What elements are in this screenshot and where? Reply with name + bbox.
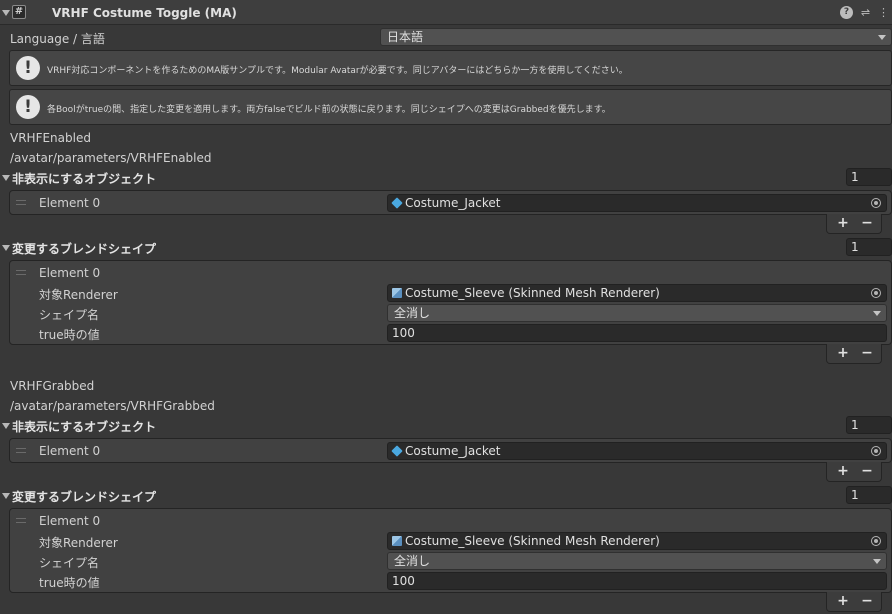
info-icon: !	[16, 56, 40, 80]
object-picker-icon[interactable]	[871, 536, 881, 546]
remove-element-button[interactable]: −	[857, 345, 877, 361]
objects-list-title[interactable]: 非表示にするオブジェクト	[12, 170, 156, 187]
component-header[interactable]: # VRHF Costume Toggle (MA) ? ⇌ ⋮	[0, 0, 892, 25]
object-picker-icon[interactable]	[871, 446, 881, 456]
gameobject-cube-icon	[391, 445, 403, 457]
chevron-down-icon	[878, 35, 886, 40]
component-title: VRHF Costume Toggle (MA)	[52, 6, 237, 20]
hash-script-icon: #	[12, 5, 26, 19]
foldout-arrow-icon[interactable]	[2, 493, 10, 499]
chevron-down-icon	[873, 311, 881, 316]
info-icon: !	[16, 95, 40, 119]
element-label: Element 0	[39, 266, 101, 280]
objects-size-field[interactable]: 1	[846, 168, 892, 186]
more-vertical-icon[interactable]: ⋮	[877, 6, 890, 19]
renderer-label: 対象Renderer	[39, 288, 118, 302]
renderer-label: 対象Renderer	[39, 536, 118, 550]
blendshapes-list-title[interactable]: 変更するブレンドシェイプ	[12, 240, 156, 257]
blendshapes-size-field[interactable]: 1	[846, 238, 892, 256]
element-label: Element 0	[39, 514, 101, 528]
list-footer: + −	[826, 592, 882, 612]
renderer-field[interactable]: Costume_Sleeve (Skinned Mesh Renderer)	[387, 284, 887, 302]
renderer-value: Costume_Sleeve (Skinned Mesh Renderer)	[405, 534, 660, 548]
list-footer: + −	[826, 462, 882, 482]
blendshapes-list-title[interactable]: 変更するブレンドシェイプ	[12, 488, 156, 505]
foldout-arrow-icon[interactable]	[2, 10, 10, 16]
objects-list: Element 0 Costume_Jacket	[9, 438, 892, 463]
add-element-button[interactable]: +	[833, 593, 853, 609]
info-helpbox-1: ! VRHF対応コンポーネントを作るためのMA版サンプルです。Modular A…	[9, 50, 892, 86]
renderer-value: Costume_Sleeve (Skinned Mesh Renderer)	[405, 286, 660, 300]
true-value-field[interactable]: 100	[387, 572, 887, 590]
object-value: Costume_Jacket	[405, 444, 501, 458]
object-picker-icon[interactable]	[871, 198, 881, 208]
true-value-field[interactable]: 100	[387, 324, 887, 342]
element-label: Element 0	[39, 196, 101, 210]
section-path: /avatar/parameters/VRHFGrabbed	[10, 399, 215, 413]
skinned-mesh-icon	[392, 288, 402, 298]
gameobject-cube-icon	[391, 197, 403, 209]
list-footer: + −	[826, 344, 882, 364]
help-icon[interactable]: ?	[840, 6, 853, 19]
remove-element-button[interactable]: −	[857, 215, 877, 231]
info-helpbox-2: ! 各Boolがtrueの間、指定した変更を適用します。両方falseでビルド前…	[9, 89, 892, 125]
drag-handle-icon[interactable]	[16, 448, 26, 453]
object-value: Costume_Jacket	[405, 196, 501, 210]
drag-handle-icon[interactable]	[16, 518, 26, 523]
foldout-arrow-icon[interactable]	[2, 423, 10, 429]
chevron-down-icon	[873, 559, 881, 564]
foldout-arrow-icon[interactable]	[2, 245, 10, 251]
section-name: VRHFEnabled	[10, 131, 91, 145]
add-element-button[interactable]: +	[833, 215, 853, 231]
object-picker-icon[interactable]	[871, 288, 881, 298]
add-element-button[interactable]: +	[833, 463, 853, 479]
blendshapes-list: Element 0 対象Renderer Costume_Sleeve (Ski…	[9, 260, 892, 345]
shape-value: 全消し	[394, 306, 431, 320]
true-value-label: true時の値	[39, 328, 100, 342]
shape-dropdown[interactable]: 全消し	[387, 552, 887, 570]
language-dropdown[interactable]: 日本語	[380, 28, 892, 46]
shape-label: シェイプ名	[39, 308, 100, 322]
drag-handle-icon[interactable]	[16, 270, 26, 275]
remove-element-button[interactable]: −	[857, 463, 877, 479]
object-field[interactable]: Costume_Jacket	[387, 194, 887, 212]
language-value: 日本語	[387, 30, 424, 44]
shape-dropdown[interactable]: 全消し	[387, 304, 887, 322]
object-field[interactable]: Costume_Jacket	[387, 442, 887, 460]
helpbox-text: VRHF対応コンポーネントを作るためのMA版サンプルです。Modular Ava…	[47, 66, 628, 76]
true-value-label: true時の値	[39, 576, 100, 590]
objects-list-title[interactable]: 非表示にするオブジェクト	[12, 418, 156, 435]
section-name: VRHFGrabbed	[10, 379, 95, 393]
blendshapes-list: Element 0 対象Renderer Costume_Sleeve (Ski…	[9, 508, 892, 593]
language-label: Language / 言語	[10, 32, 105, 46]
add-element-button[interactable]: +	[833, 345, 853, 361]
list-footer: + −	[826, 214, 882, 234]
objects-size-field[interactable]: 1	[846, 416, 892, 434]
blendshapes-size-field[interactable]: 1	[846, 486, 892, 504]
section-path: /avatar/parameters/VRHFEnabled	[10, 151, 212, 165]
settings-sliders-icon[interactable]: ⇌	[859, 6, 872, 19]
skinned-mesh-icon	[392, 536, 402, 546]
drag-handle-icon[interactable]	[16, 200, 26, 205]
renderer-field[interactable]: Costume_Sleeve (Skinned Mesh Renderer)	[387, 532, 887, 550]
element-label: Element 0	[39, 444, 101, 458]
helpbox-text: 各Boolがtrueの間、指定した変更を適用します。両方falseでビルド前の状…	[47, 105, 611, 115]
remove-element-button[interactable]: −	[857, 593, 877, 609]
foldout-arrow-icon[interactable]	[2, 175, 10, 181]
objects-list: Element 0 Costume_Jacket	[9, 190, 892, 215]
shape-label: シェイプ名	[39, 556, 100, 570]
shape-value: 全消し	[394, 554, 431, 568]
